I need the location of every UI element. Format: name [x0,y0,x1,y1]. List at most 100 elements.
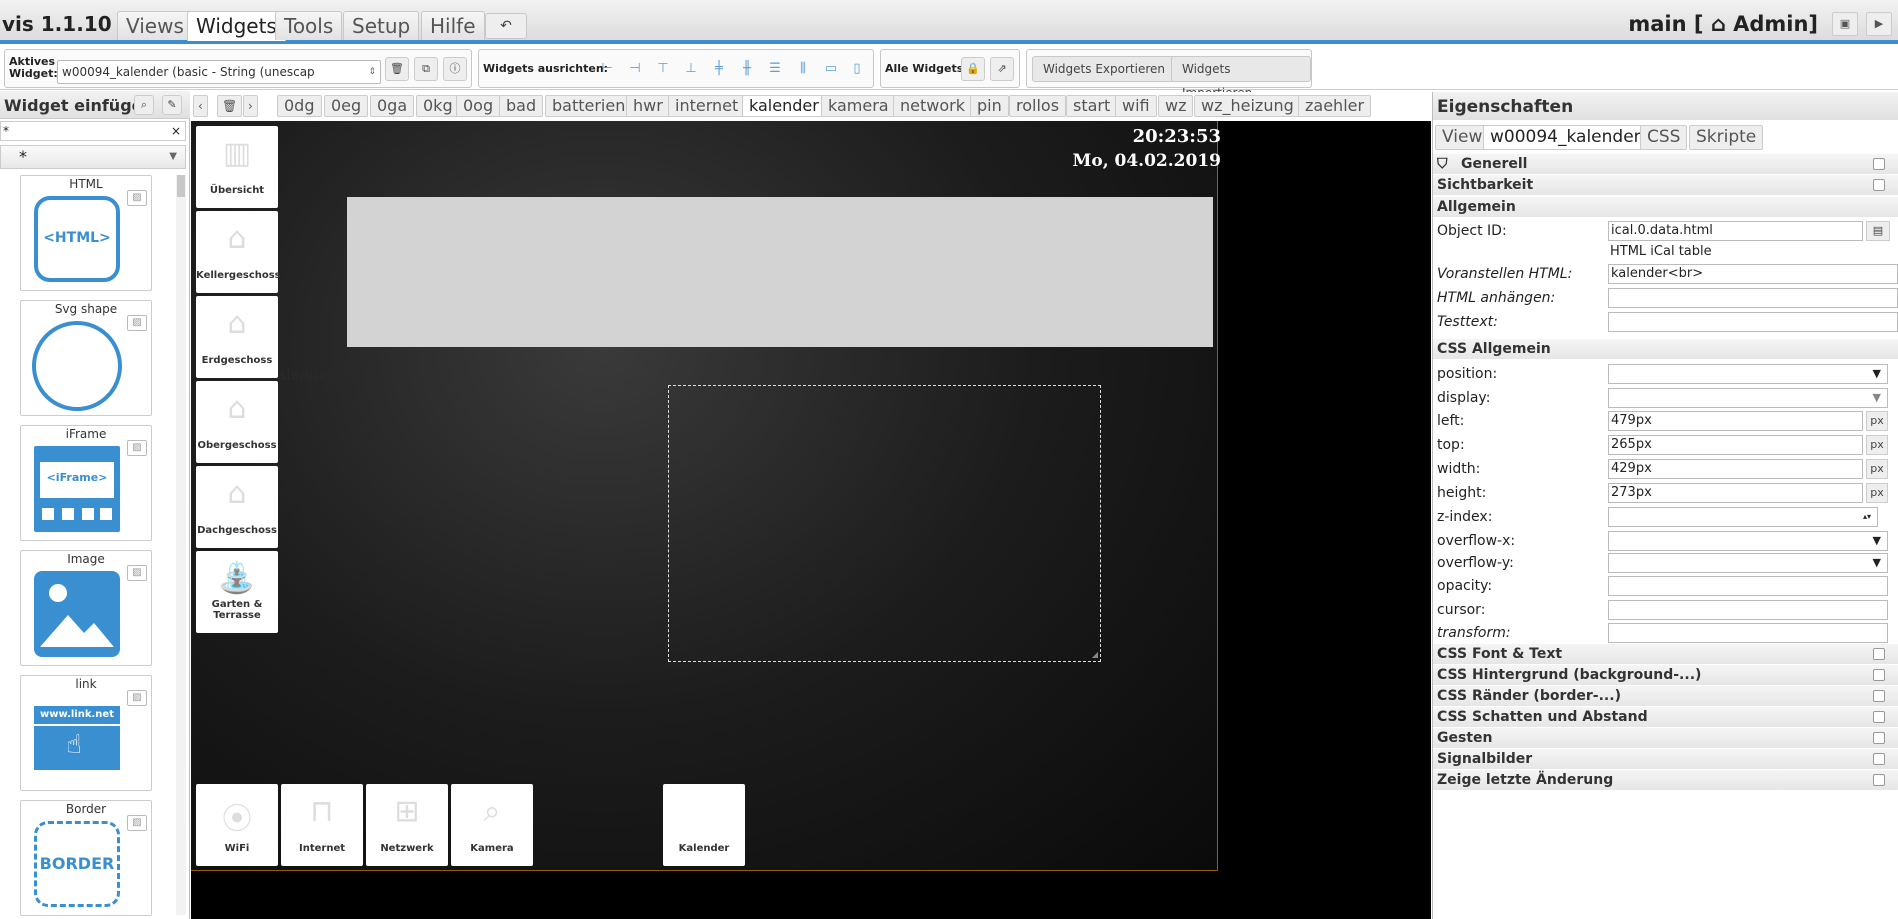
view-tab-pin[interactable]: pin [970,95,1009,117]
section-css-background[interactable]: CSS Hintergrund (background-...) [1433,665,1898,685]
view-tab-network[interactable]: network [893,95,972,117]
next-view-button[interactable]: › [243,95,258,117]
export-widgets-button[interactable]: Widgets Exportieren [1032,56,1176,82]
section-generell[interactable]: ⛉ Generell [1433,154,1898,174]
view-tab-0og[interactable]: 0og [456,95,501,117]
height-input[interactable]: 273px [1608,483,1863,503]
nav-tile-uebersicht[interactable]: ▥ Übersicht [196,126,278,208]
view-tab-0kg[interactable]: 0kg [416,95,460,117]
undo-button[interactable]: ↶ [485,13,527,39]
testtext-input[interactable] [1608,312,1898,332]
external-link-button[interactable]: ⇗ [990,57,1014,81]
align-vcenter-icon[interactable]: ╪ [709,59,729,79]
widget-card-svg-shape[interactable]: Svg shape ▨ [20,300,152,416]
view-tab-0ga[interactable]: 0ga [370,95,415,117]
save-button[interactable]: ▣ [1832,12,1858,36]
view-tab-0eg[interactable]: 0eg [324,95,369,117]
section-checkbox[interactable] [1873,690,1885,702]
html-widget-placeholder[interactable] [347,197,1213,347]
cursor-input[interactable] [1608,600,1888,620]
section-checkbox[interactable] [1873,711,1885,723]
align-left-icon[interactable]: ⊢ [597,59,617,79]
run-button[interactable]: ▶ [1866,12,1892,36]
tile-netzwerk[interactable]: ⊞ Netzwerk [366,784,448,866]
view-tab-batterien[interactable]: batterien [545,95,633,117]
left-input[interactable]: 479px [1608,411,1863,431]
nav-tile-garten-terrasse[interactable]: ⛲ Garten & Terrasse [196,551,278,633]
menu-tools[interactable]: Tools [275,11,343,40]
section-signalbilder[interactable]: Signalbilder [1433,749,1898,769]
pin-button[interactable]: ✎ [162,95,182,115]
palette-scrollbar[interactable] [176,175,186,915]
view-tab-internet[interactable]: internet [668,95,746,117]
view-tab-kalender[interactable]: kalender [742,95,826,117]
delete-widget-button[interactable]: 🗑 [385,57,409,81]
widget-card-html[interactable]: HTML ▨ <HTML> [20,175,152,291]
view-tab-start[interactable]: start [1066,95,1118,117]
align-top-icon[interactable]: ⊤ [653,59,673,79]
section-css-border[interactable]: CSS Ränder (border-...) [1433,686,1898,706]
prev-view-button[interactable]: ‹ [193,95,208,117]
selected-widget-kalender[interactable]: ◢ [668,385,1101,662]
section-allgemein[interactable]: Allgemein [1433,197,1898,217]
section-checkbox[interactable] [1873,648,1885,660]
tab-widget[interactable]: w00094_kalender [1483,125,1648,150]
copy-widget-button[interactable]: ⧉ [414,57,438,81]
section-checkbox[interactable] [1873,774,1885,786]
section-css-font-text[interactable]: CSS Font & Text [1433,644,1898,664]
transform-input[interactable] [1608,623,1888,643]
nav-tile-obergeschoss[interactable]: ⌂ Obergeschoss [196,381,278,463]
section-checkbox[interactable] [1873,179,1885,191]
resize-handle[interactable]: ◢ [1092,650,1098,659]
tab-skripte[interactable]: Skripte [1689,125,1764,150]
view-tab-wifi[interactable]: wifi [1115,95,1157,117]
position-select[interactable]: ▼ [1608,364,1888,384]
section-checkbox[interactable] [1873,669,1885,681]
view-tab-wz[interactable]: wz [1158,95,1194,117]
object-id-picker-button[interactable]: ▤ [1866,221,1890,241]
view-tab-0dg[interactable]: 0dg [277,95,322,117]
section-css-allgemein[interactable]: CSS Allgemein [1433,339,1898,359]
tile-internet[interactable]: ⊓ Internet [281,784,363,866]
view-tab-rollos[interactable]: rollos [1009,95,1067,117]
zoom-button[interactable]: ⌕ [134,95,154,115]
view-canvas[interactable]: ▥ Übersicht ⌂ Kellergeschoss ⌂ Erdgeschoss … [191,121,1431,919]
view-tab-kamera[interactable]: kamera [821,95,896,117]
tile-wifi[interactable]: ⦿ WiFi [196,784,278,866]
clear-icon[interactable]: × [171,122,181,140]
view-tab-zaehler[interactable]: zaehler [1298,95,1372,117]
top-input[interactable]: 265px [1608,435,1863,455]
distribute-h-icon[interactable]: ⫼ [793,59,813,79]
tile-kalender[interactable]: Kalender [663,784,745,866]
section-last-change[interactable]: Zeige letzte Änderung [1433,770,1898,790]
import-widgets-button[interactable]: Widgets Importieren [1171,56,1311,100]
opacity-input[interactable] [1608,576,1888,596]
section-css-shadow[interactable]: CSS Schatten und Abstand [1433,707,1898,727]
z-index-input[interactable]: ▴▾ [1608,507,1878,527]
align-right-icon[interactable]: ⊣ [625,59,645,79]
menu-hilfe[interactable]: Hilfe [421,11,485,40]
tab-css[interactable]: CSS [1640,125,1688,150]
align-bottom-icon[interactable]: ⊥ [681,59,701,79]
widget-card-link[interactable]: link ▨ www.link.net ☝ [20,675,152,791]
display-select[interactable]: ▼ [1608,388,1888,408]
append-html-input[interactable] [1608,288,1898,308]
widget-filter-input[interactable]: * × [0,121,186,141]
section-sichtbarkeit[interactable]: Sichtbarkeit [1433,175,1898,195]
height-unit-button[interactable]: px [1866,483,1888,503]
menu-widgets[interactable]: Widgets [187,11,286,41]
menu-setup[interactable]: Setup [343,11,420,40]
widget-card-border[interactable]: Border ▨ BORDER [20,800,152,916]
align-hcenter-icon[interactable]: ╫ [737,59,757,79]
view-tab-wz-heizung[interactable]: wz_heizung [1194,95,1301,117]
section-checkbox[interactable] [1873,158,1885,170]
tile-kamera[interactable]: ⌕ Kamera [451,784,533,866]
same-size-icon[interactable]: ▭ [821,59,841,79]
distribute-v-icon[interactable]: ☰ [765,59,785,79]
section-checkbox[interactable] [1873,753,1885,765]
nav-tile-kellergeschoss[interactable]: ⌂ Kellergeschoss [196,211,281,293]
nav-tile-erdgeschoss[interactable]: ⌂ Erdgeschoss [196,296,278,378]
top-unit-button[interactable]: px [1866,435,1888,455]
section-checkbox[interactable] [1873,732,1885,744]
overflow-x-select[interactable]: ▼ [1608,531,1888,551]
